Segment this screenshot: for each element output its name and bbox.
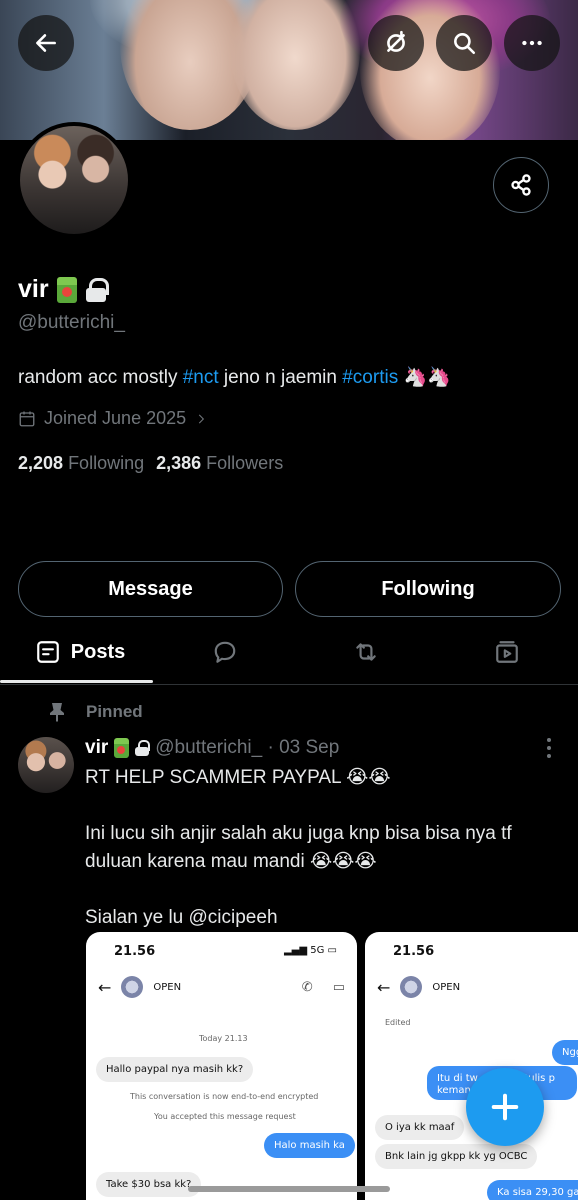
post-meta: @butterichi_ · 03 Sep bbox=[155, 737, 340, 758]
profile-bio: random acc mostly #nct jeno n jaemin #co… bbox=[18, 367, 451, 388]
avatar bbox=[400, 976, 423, 998]
more-button[interactable] bbox=[504, 15, 560, 71]
chat-header: ← OPEN bbox=[377, 976, 461, 998]
profile-name-row: vir bbox=[18, 275, 109, 304]
profile-banner[interactable] bbox=[0, 0, 578, 140]
repost-icon bbox=[356, 643, 376, 661]
lock-icon bbox=[85, 277, 109, 302]
video-icon: ▭ bbox=[332, 979, 345, 995]
home-indicator bbox=[188, 1186, 390, 1192]
status-bar: ▂▄▆ 5G ▭ bbox=[283, 945, 337, 956]
post-image-2[interactable]: 21.56 ← OPEN Edited Ngg Itu di tw aku tu… bbox=[365, 932, 578, 1200]
arrow-left-icon: ← bbox=[98, 977, 112, 997]
hashtag-link[interactable]: #cortis bbox=[342, 367, 398, 388]
following-link[interactable]: 2,208 Following bbox=[18, 453, 144, 474]
post-avatar[interactable] bbox=[18, 737, 74, 793]
share-icon bbox=[511, 174, 531, 196]
post-author-name[interactable]: vir bbox=[85, 737, 108, 759]
profile-name: vir bbox=[18, 275, 49, 303]
profile-avatar[interactable] bbox=[16, 122, 132, 238]
post-text: RT HELP SCAMMER PAYPAL 😭😭 Ini lucu sih a… bbox=[85, 767, 512, 928]
chevron-right-icon bbox=[199, 414, 205, 423]
chat-header: ← OPEN ✆ ▭ bbox=[98, 976, 345, 998]
media-icon bbox=[496, 641, 518, 663]
back-button[interactable] bbox=[18, 15, 74, 71]
speech-bubble-icon bbox=[214, 641, 236, 663]
active-tab-indicator bbox=[0, 680, 153, 683]
calendar-icon bbox=[19, 411, 35, 426]
compose-button[interactable] bbox=[466, 1068, 544, 1146]
post-header: vir @butterichi_ · 03 Sep bbox=[85, 737, 339, 759]
tab-posts[interactable]: Posts bbox=[30, 622, 130, 682]
arrow-left-icon bbox=[36, 34, 56, 52]
juice-box-emoji bbox=[114, 738, 130, 758]
posts-icon bbox=[36, 641, 59, 663]
share-button[interactable] bbox=[493, 157, 549, 213]
followers-link[interactable]: 2,386 Followers bbox=[156, 453, 283, 474]
profile-handle: @butterichi_ bbox=[18, 312, 125, 333]
no-signal-icon bbox=[387, 30, 405, 52]
search-icon bbox=[454, 33, 476, 55]
following-button[interactable]: Following bbox=[295, 561, 561, 617]
arrow-left-icon: ← bbox=[377, 977, 391, 997]
pin-icon bbox=[50, 703, 64, 722]
profile-stats: 2,208 Following 2,386 Followers bbox=[18, 453, 283, 474]
post-image-1[interactable]: 21.56 ▂▄▆ 5G ▭ ← OPEN ✆ ▭ Today 21.13 Ha… bbox=[86, 932, 357, 1200]
joined-date[interactable]: Joined June 2025 bbox=[18, 408, 208, 429]
pinned-label: Pinned bbox=[48, 702, 143, 722]
search-button[interactable] bbox=[436, 15, 492, 71]
mute-button[interactable] bbox=[368, 15, 424, 71]
post-more-icon[interactable] bbox=[546, 738, 552, 758]
tab-reposts[interactable] bbox=[341, 622, 391, 682]
plus-icon bbox=[491, 1093, 519, 1121]
tab-replies[interactable] bbox=[200, 622, 250, 682]
tab-media[interactable] bbox=[482, 622, 532, 682]
juice-box-emoji bbox=[56, 276, 77, 303]
message-button[interactable]: Message bbox=[18, 561, 283, 617]
avatar bbox=[121, 976, 144, 998]
lock-icon bbox=[135, 740, 151, 756]
tabs-divider bbox=[0, 684, 578, 685]
hashtag-link[interactable]: #nct bbox=[183, 367, 219, 388]
more-horizontal-icon bbox=[522, 40, 542, 46]
profile-tabs: Posts bbox=[0, 622, 578, 685]
phone-icon: ✆ bbox=[301, 979, 313, 995]
